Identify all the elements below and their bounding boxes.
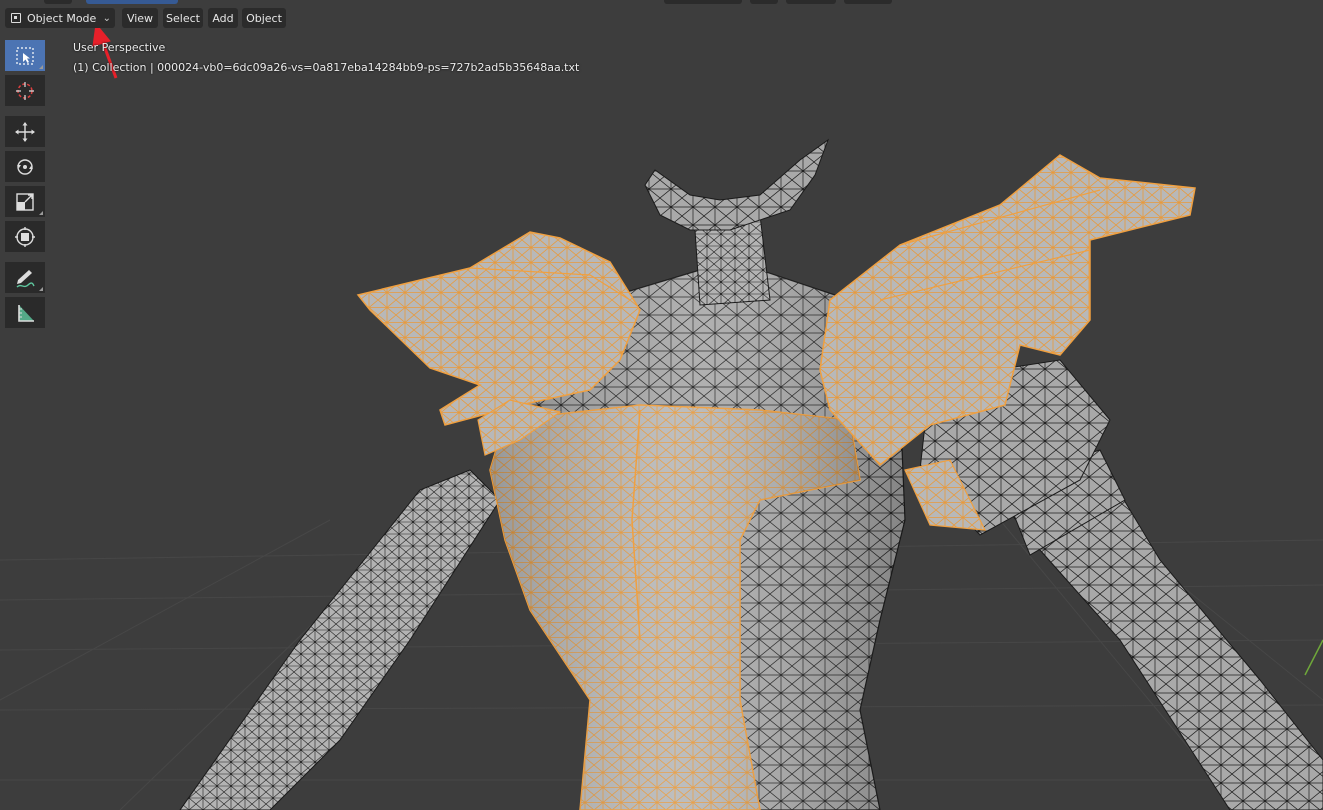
header-strip <box>44 0 72 4</box>
select-box-icon <box>16 46 34 65</box>
scale-icon <box>16 192 34 211</box>
mode-label: Object Mode <box>27 11 97 25</box>
rotate-icon <box>17 158 33 175</box>
header-strip <box>844 0 892 4</box>
left-arm <box>179 469 501 810</box>
collar <box>644 138 830 231</box>
object-mode-icon <box>11 13 21 23</box>
annotate-icon <box>16 269 35 288</box>
tool-rotate[interactable] <box>5 151 45 182</box>
tool-select-box[interactable] <box>5 40 45 71</box>
chevron-down-icon: ⌄ <box>102 12 111 24</box>
tool-annotate[interactable] <box>5 262 45 293</box>
menu-add[interactable]: Add <box>208 8 238 28</box>
tool-measure[interactable] <box>5 297 45 328</box>
menu-object[interactable]: Object <box>242 8 286 28</box>
view-name-label: User Perspective <box>73 41 166 54</box>
transform-icon <box>15 226 35 247</box>
cursor-icon <box>16 81 34 100</box>
collection-info-label: (1) Collection | 000024-vb0=6dc09a26-vs=… <box>73 61 580 74</box>
tool-transform[interactable] <box>5 221 45 252</box>
header-strip <box>786 0 836 4</box>
y-axis-line <box>1304 639 1323 676</box>
measure-icon <box>18 304 34 322</box>
tool-scale[interactable] <box>5 186 45 217</box>
viewport-scene[interactable] <box>0 0 1323 810</box>
3d-viewport[interactable]: Object Mode ⌄ View Select Add Object Use… <box>0 0 1323 810</box>
header-strip <box>664 0 742 4</box>
object-mode-dropdown[interactable]: Object Mode ⌄ <box>5 8 115 28</box>
tool-move[interactable] <box>5 116 45 147</box>
menu-view[interactable]: View <box>122 8 158 28</box>
menu-select[interactable]: Select <box>163 8 203 28</box>
tool-cursor[interactable] <box>5 75 45 106</box>
viewport-header: Object Mode ⌄ View Select Add Object <box>0 0 1323 36</box>
header-strip-active <box>86 0 178 4</box>
header-strip <box>750 0 778 4</box>
move-icon <box>15 121 35 142</box>
